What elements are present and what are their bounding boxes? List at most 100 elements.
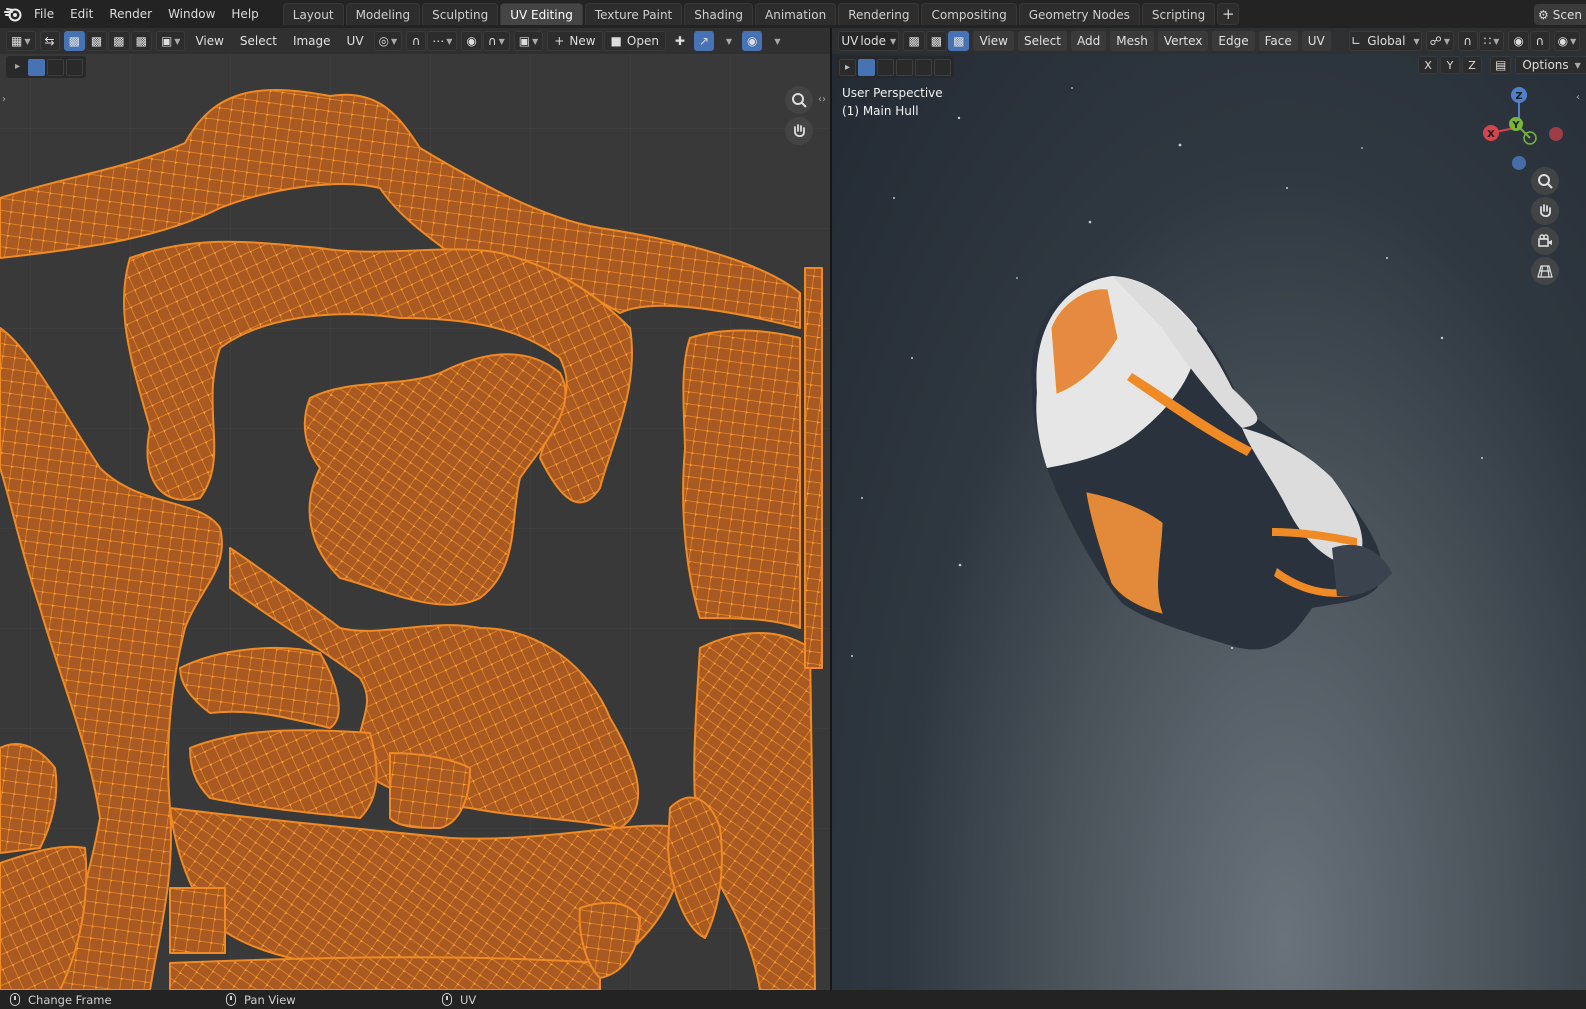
uv-editor[interactable]: ▦ ▼ ⇆ ▩ ▩ ▩ ▩ ▣ ▼ View Select Image UV ◎ ▼ … bbox=[0, 28, 830, 990]
navigation-gizmo[interactable]: Z X Y bbox=[1474, 82, 1564, 172]
mirror-z-button[interactable]: Z bbox=[1462, 56, 1482, 74]
perspective-toggle-button[interactable] bbox=[1531, 257, 1559, 285]
proportional-icon: ◉ bbox=[466, 34, 477, 48]
pan-button-3d[interactable] bbox=[1531, 197, 1559, 225]
sidebar-toggle-right-icon[interactable]: ‹› bbox=[818, 94, 826, 105]
tab-shading[interactable]: Shading bbox=[684, 3, 753, 25]
menu-file[interactable]: File bbox=[26, 0, 62, 28]
scene-selector[interactable]: ⚙ Scen bbox=[1534, 4, 1586, 25]
sticky-select-button[interactable]: ▣ ▼ bbox=[155, 31, 186, 51]
menu-help[interactable]: Help bbox=[223, 0, 266, 28]
proportional-toggle-3d[interactable]: ◉ bbox=[1508, 31, 1529, 51]
uv-canvas[interactable] bbox=[0, 28, 830, 990]
viewport-mode-dropdown-label: lode bbox=[860, 34, 886, 48]
select-intersect-3d[interactable] bbox=[934, 58, 951, 76]
browse-image-button[interactable]: ▣ ▼ bbox=[513, 31, 544, 51]
snap-target-3d[interactable]: ∷ ▼ bbox=[1478, 31, 1505, 51]
overlay-toggle-button[interactable]: ◉ bbox=[742, 31, 763, 51]
menu-select[interactable]: Select bbox=[234, 31, 283, 51]
menu-mesh-3d[interactable]: Mesh bbox=[1110, 31, 1154, 51]
menu-view-3d[interactable]: View bbox=[973, 31, 1014, 51]
tab-compositing[interactable]: Compositing bbox=[921, 3, 1017, 25]
zoom-button-3d[interactable] bbox=[1531, 167, 1559, 195]
vertex-select-button[interactable]: ▩ bbox=[63, 31, 85, 51]
status-pan-view-label: Pan View bbox=[244, 992, 296, 1007]
status-bar: Change Frame Pan View UV bbox=[0, 990, 1586, 1009]
camera-view-button[interactable] bbox=[1531, 227, 1559, 255]
snap-target-button[interactable]: ⋯ ▼ bbox=[427, 31, 458, 51]
snap-toggle-button[interactable]: ∩ bbox=[406, 31, 427, 51]
gizmo-toggle-button[interactable]: ↗ bbox=[693, 31, 714, 51]
snap-toggle-3d[interactable]: ∩ bbox=[1457, 31, 1478, 51]
pivot-point-dropdown[interactable]: ☍ ▼ bbox=[1426, 31, 1454, 51]
tab-uv-editing[interactable]: UV Editing bbox=[500, 3, 583, 25]
tab-scripting[interactable]: Scripting bbox=[1141, 3, 1216, 25]
edge-select-button[interactable]: ▩ bbox=[85, 31, 108, 51]
falloff-3d[interactable]: ∩ bbox=[1529, 31, 1550, 51]
menu-window[interactable]: Window bbox=[160, 0, 223, 28]
object-name-label: (1) Main Hull bbox=[842, 104, 919, 118]
select-extend-button[interactable] bbox=[47, 58, 64, 76]
options-dropdown[interactable]: Options ▼ bbox=[1515, 56, 1586, 74]
sync-icon: ⇆ bbox=[44, 34, 55, 48]
menu-image[interactable]: Image bbox=[287, 31, 337, 51]
viewport-canvas[interactable] bbox=[832, 28, 1586, 990]
status-pan-view: Pan View bbox=[226, 993, 436, 1007]
orientation-dropdown[interactable]: ∟ Global ▼ bbox=[1348, 31, 1423, 51]
auto-merge-button[interactable]: ▤ bbox=[1490, 56, 1512, 74]
sidebar-toggle-viewport-icon[interactable]: ‹ bbox=[1576, 92, 1580, 103]
pan-button[interactable] bbox=[785, 117, 813, 145]
proportional-edit-button[interactable]: ◉ bbox=[461, 31, 482, 51]
sidebar-toggle-left-icon[interactable]: › bbox=[2, 94, 6, 105]
viewport-mode-dropdown[interactable]: UV lode ▼ bbox=[838, 31, 900, 51]
menu-select-3d[interactable]: Select bbox=[1017, 31, 1067, 51]
cursor-tool-icon[interactable]: ▸ bbox=[9, 59, 26, 76]
menu-render[interactable]: Render bbox=[101, 0, 160, 28]
mirror-x-button[interactable]: X bbox=[1418, 56, 1438, 74]
tab-modeling[interactable]: Modeling bbox=[345, 3, 421, 25]
select-extend-3d[interactable] bbox=[877, 58, 894, 76]
select-new-button[interactable] bbox=[28, 58, 45, 76]
select-new-3d[interactable] bbox=[858, 58, 875, 76]
tab-rendering[interactable]: Rendering bbox=[838, 3, 920, 25]
menu-edge-3d[interactable]: Edge bbox=[1212, 31, 1255, 51]
menu-add-3d[interactable]: Add bbox=[1071, 31, 1107, 51]
proportional-group: ◉ ∩ ▼ bbox=[461, 31, 510, 51]
select-invert-3d[interactable] bbox=[915, 58, 932, 76]
pin-button[interactable]: ✚ bbox=[670, 31, 690, 51]
menu-uv[interactable]: UV bbox=[341, 31, 370, 51]
open-image-button[interactable]: ■ Open bbox=[603, 31, 666, 51]
tab-sculpting[interactable]: Sculpting bbox=[422, 3, 499, 25]
face-mode-button[interactable]: ▩ bbox=[948, 31, 970, 51]
zoom-button[interactable] bbox=[785, 86, 813, 114]
select-subtract-3d[interactable] bbox=[896, 58, 913, 76]
select-subtract-button[interactable] bbox=[66, 58, 83, 76]
face-select-button[interactable]: ▩ bbox=[108, 31, 130, 51]
new-image-button[interactable]: + New bbox=[547, 31, 603, 51]
editor-type-button[interactable]: ▦ ▼ bbox=[6, 31, 36, 51]
sync-selection-button[interactable]: ⇆ bbox=[39, 31, 60, 51]
tab-texture-paint[interactable]: Texture Paint bbox=[584, 3, 683, 25]
gizmo-dropdown[interactable]: ▼ bbox=[718, 31, 738, 51]
tab-animation[interactable]: Animation bbox=[755, 3, 837, 25]
island-select-button[interactable]: ▩ bbox=[130, 31, 152, 51]
add-workspace-button[interactable]: + bbox=[1217, 3, 1240, 25]
menu-face-3d[interactable]: Face bbox=[1258, 31, 1298, 51]
menu-view[interactable]: View bbox=[189, 31, 229, 51]
vertex-mode-button[interactable]: ▩ bbox=[903, 31, 925, 51]
tab-geometry-nodes[interactable]: Geometry Nodes bbox=[1018, 3, 1140, 25]
menu-vertex-3d[interactable]: Vertex bbox=[1157, 31, 1209, 51]
visibility-dropdown[interactable]: ◉ ▼ bbox=[1553, 31, 1580, 51]
mirror-y-button[interactable]: Y bbox=[1440, 56, 1460, 74]
menu-edit[interactable]: Edit bbox=[62, 0, 101, 28]
pivot-button[interactable]: ◎ ▼ bbox=[373, 31, 403, 51]
edge-mode-button[interactable]: ▩ bbox=[925, 31, 948, 51]
mouse-right-icon bbox=[442, 993, 452, 1006]
tab-layout[interactable]: Layout bbox=[282, 3, 344, 25]
menu-uv-3d[interactable]: UV bbox=[1301, 31, 1331, 51]
3d-viewport[interactable]: UV lode ▼ ▩ ▩ ▩ View Select Add Mesh Ver… bbox=[832, 28, 1586, 990]
blender-logo-icon[interactable] bbox=[0, 0, 26, 28]
overlay-dropdown[interactable]: ▼ bbox=[766, 31, 786, 51]
falloff-button[interactable]: ∩ ▼ bbox=[482, 31, 510, 51]
select-tool-icon[interactable]: ▸ bbox=[839, 58, 856, 76]
